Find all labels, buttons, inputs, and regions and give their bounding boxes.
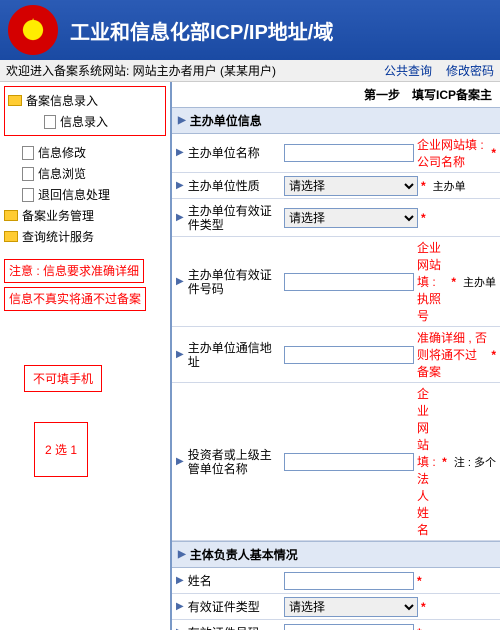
- org-cert-type-select[interactable]: 请选择: [284, 208, 418, 228]
- investor-name-input[interactable]: [284, 453, 414, 471]
- org-cert-no-input[interactable]: [284, 273, 414, 291]
- folder-icon: [4, 210, 18, 221]
- doc-icon: [22, 146, 34, 160]
- sidebar: 备案信息录入 信息录入 信息修改 信息浏览 退回信息处理 备案业务管理 查询统计…: [0, 82, 172, 630]
- welcome-text: 欢迎进入备案系统网站: 网站主办者用户 (某某用户): [6, 62, 276, 79]
- change-password-link[interactable]: 修改密码: [446, 62, 494, 79]
- warning-accurate: 注意 : 信息要求准确详细: [4, 259, 144, 283]
- doc-icon: [22, 167, 34, 181]
- site-title: 工业和信息化部ICP/IP地址/域: [70, 16, 333, 45]
- chevron-right-icon: ▶: [178, 115, 186, 126]
- content-area: 第一步 填写ICP备案主 ▶ 主办单位信息 ▶主办单位名称 企业网站填 : 公司…: [172, 82, 500, 630]
- sidebar-item-browse[interactable]: 信息浏览: [4, 163, 166, 184]
- national-emblem-icon: [8, 5, 58, 55]
- sidebar-item-returned[interactable]: 退回信息处理: [4, 184, 166, 205]
- doc-icon: [44, 115, 56, 129]
- section-header-person: ▶ 主体负责人基本情况: [172, 541, 500, 568]
- hint-org-name: 企业网站填 : 公司名称: [417, 136, 488, 170]
- hint-cert-no: 企业网站填 : 执照号: [417, 239, 448, 324]
- step-indicator: 第一步 填写ICP备案主: [172, 82, 500, 107]
- person-name-input[interactable]: [284, 572, 414, 590]
- sidebar-item-business[interactable]: 备案业务管理: [4, 205, 166, 226]
- person-cert-type-select[interactable]: 请选择: [284, 597, 418, 617]
- user-bar: 欢迎进入备案系统网站: 网站主办者用户 (某某用户) 公共查询 修改密码: [0, 60, 500, 82]
- folder-icon: [8, 95, 22, 106]
- org-address-input[interactable]: [284, 346, 414, 364]
- warning-truthful: 信息不真实将通不过备案: [4, 287, 146, 311]
- sidebar-item-record-entry[interactable]: 备案信息录入: [8, 90, 162, 111]
- public-search-link[interactable]: 公共查询: [384, 62, 432, 79]
- sidebar-item-info-entry[interactable]: 信息录入: [8, 111, 162, 132]
- doc-icon: [22, 188, 34, 202]
- hint-investor: 企业网站填 : 法人姓名: [417, 385, 439, 538]
- section-header-org: ▶ 主办单位信息: [172, 107, 500, 134]
- chevron-right-icon: ▶: [178, 549, 186, 560]
- folder-icon: [4, 231, 18, 242]
- annotation-no-mobile: 不可填手机: [24, 365, 102, 392]
- sidebar-item-stats[interactable]: 查询统计服务: [4, 226, 166, 247]
- org-name-input[interactable]: [284, 144, 414, 162]
- org-nature-select[interactable]: 请选择: [284, 176, 418, 196]
- hint-address: 准确详细 , 否则将通不过备案: [417, 329, 488, 380]
- person-cert-no-input[interactable]: [284, 624, 414, 630]
- sidebar-item-modify[interactable]: 信息修改: [4, 142, 166, 163]
- annotation-pick-one: 2 选 1: [34, 422, 88, 477]
